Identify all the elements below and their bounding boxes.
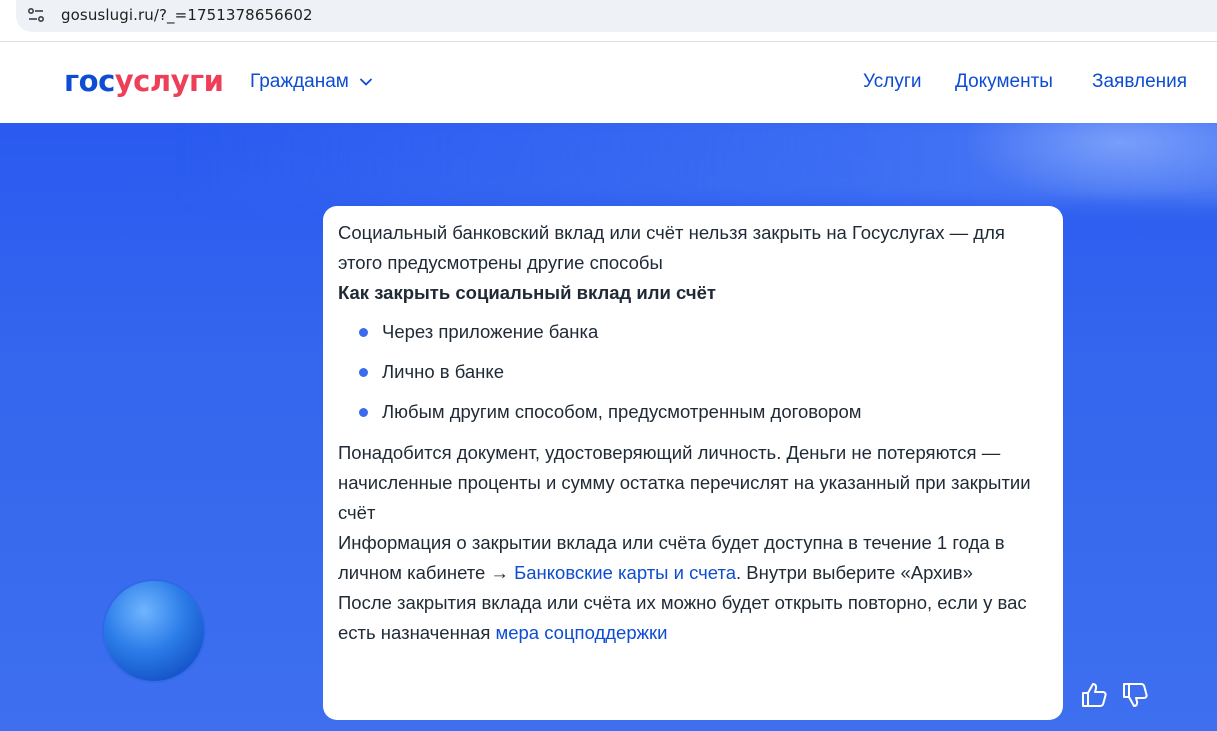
section-title: Как закрыть социальный вклад или счёт	[338, 282, 716, 303]
chevron-down-icon	[359, 78, 372, 86]
logo-part-gos: гос	[64, 64, 115, 98]
bank-cards-link[interactable]: Банковские карты и счета	[514, 562, 736, 583]
nav-documents[interactable]: Документы	[955, 71, 1053, 93]
info-suffix: . Внутри выберите «Архив»	[736, 562, 973, 583]
answer-intro: Социальный банковский вклад или счёт нел…	[338, 222, 1005, 273]
list-item: Через приложение банка	[338, 318, 1048, 358]
tune-icon[interactable]	[26, 5, 46, 25]
browser-address-bar: gosuslugi.ru/?_=1751378656602	[0, 0, 1217, 42]
logo-part-uslugi: услуги	[114, 64, 224, 98]
assistant-orb-icon	[104, 581, 204, 681]
social-support-link[interactable]: мера соцподдержки	[495, 622, 667, 643]
url-text[interactable]: gosuslugi.ru/?_=1751378656602	[61, 6, 313, 24]
bullet-dot-icon	[359, 328, 368, 337]
nav-applications[interactable]: Заявления	[1092, 71, 1187, 93]
answer-card: Социальный банковский вклад или счёт нел…	[323, 206, 1063, 720]
thumbs-down-icon[interactable]	[1120, 680, 1150, 710]
audience-selector[interactable]: Гражданам	[250, 71, 373, 93]
list-item-text: Лично в банке	[382, 361, 504, 382]
reopen-paragraph: После закрытия вклада или счёта их можно…	[338, 588, 1048, 648]
list-item-text: Любым другим способом, предусмотренным д…	[382, 401, 862, 422]
list-item: Любым другим способом, предусмотренным д…	[338, 398, 1048, 438]
bullet-dot-icon	[359, 368, 368, 377]
methods-list: Через приложение банка Лично в банке Люб…	[338, 318, 1048, 438]
gosuslugi-logo[interactable]: госуслуги	[64, 64, 224, 98]
list-item-text: Через приложение банка	[382, 321, 599, 342]
list-item: Лично в банке	[338, 358, 1048, 398]
reopen-text: После закрытия вклада или счёта их можно…	[338, 592, 1027, 643]
nav-services[interactable]: Услуги	[863, 71, 921, 93]
bullet-dot-icon	[359, 408, 368, 417]
audience-label: Гражданам	[250, 71, 349, 92]
info-paragraph: Информация о закрытии вклада или счёта б…	[338, 528, 1048, 588]
thumbs-up-icon[interactable]	[1079, 680, 1109, 710]
site-header: госуслуги Гражданам Услуги Документы Зая…	[0, 43, 1217, 123]
documents-paragraph: Понадобится документ, удостоверяющий лич…	[338, 442, 1031, 523]
